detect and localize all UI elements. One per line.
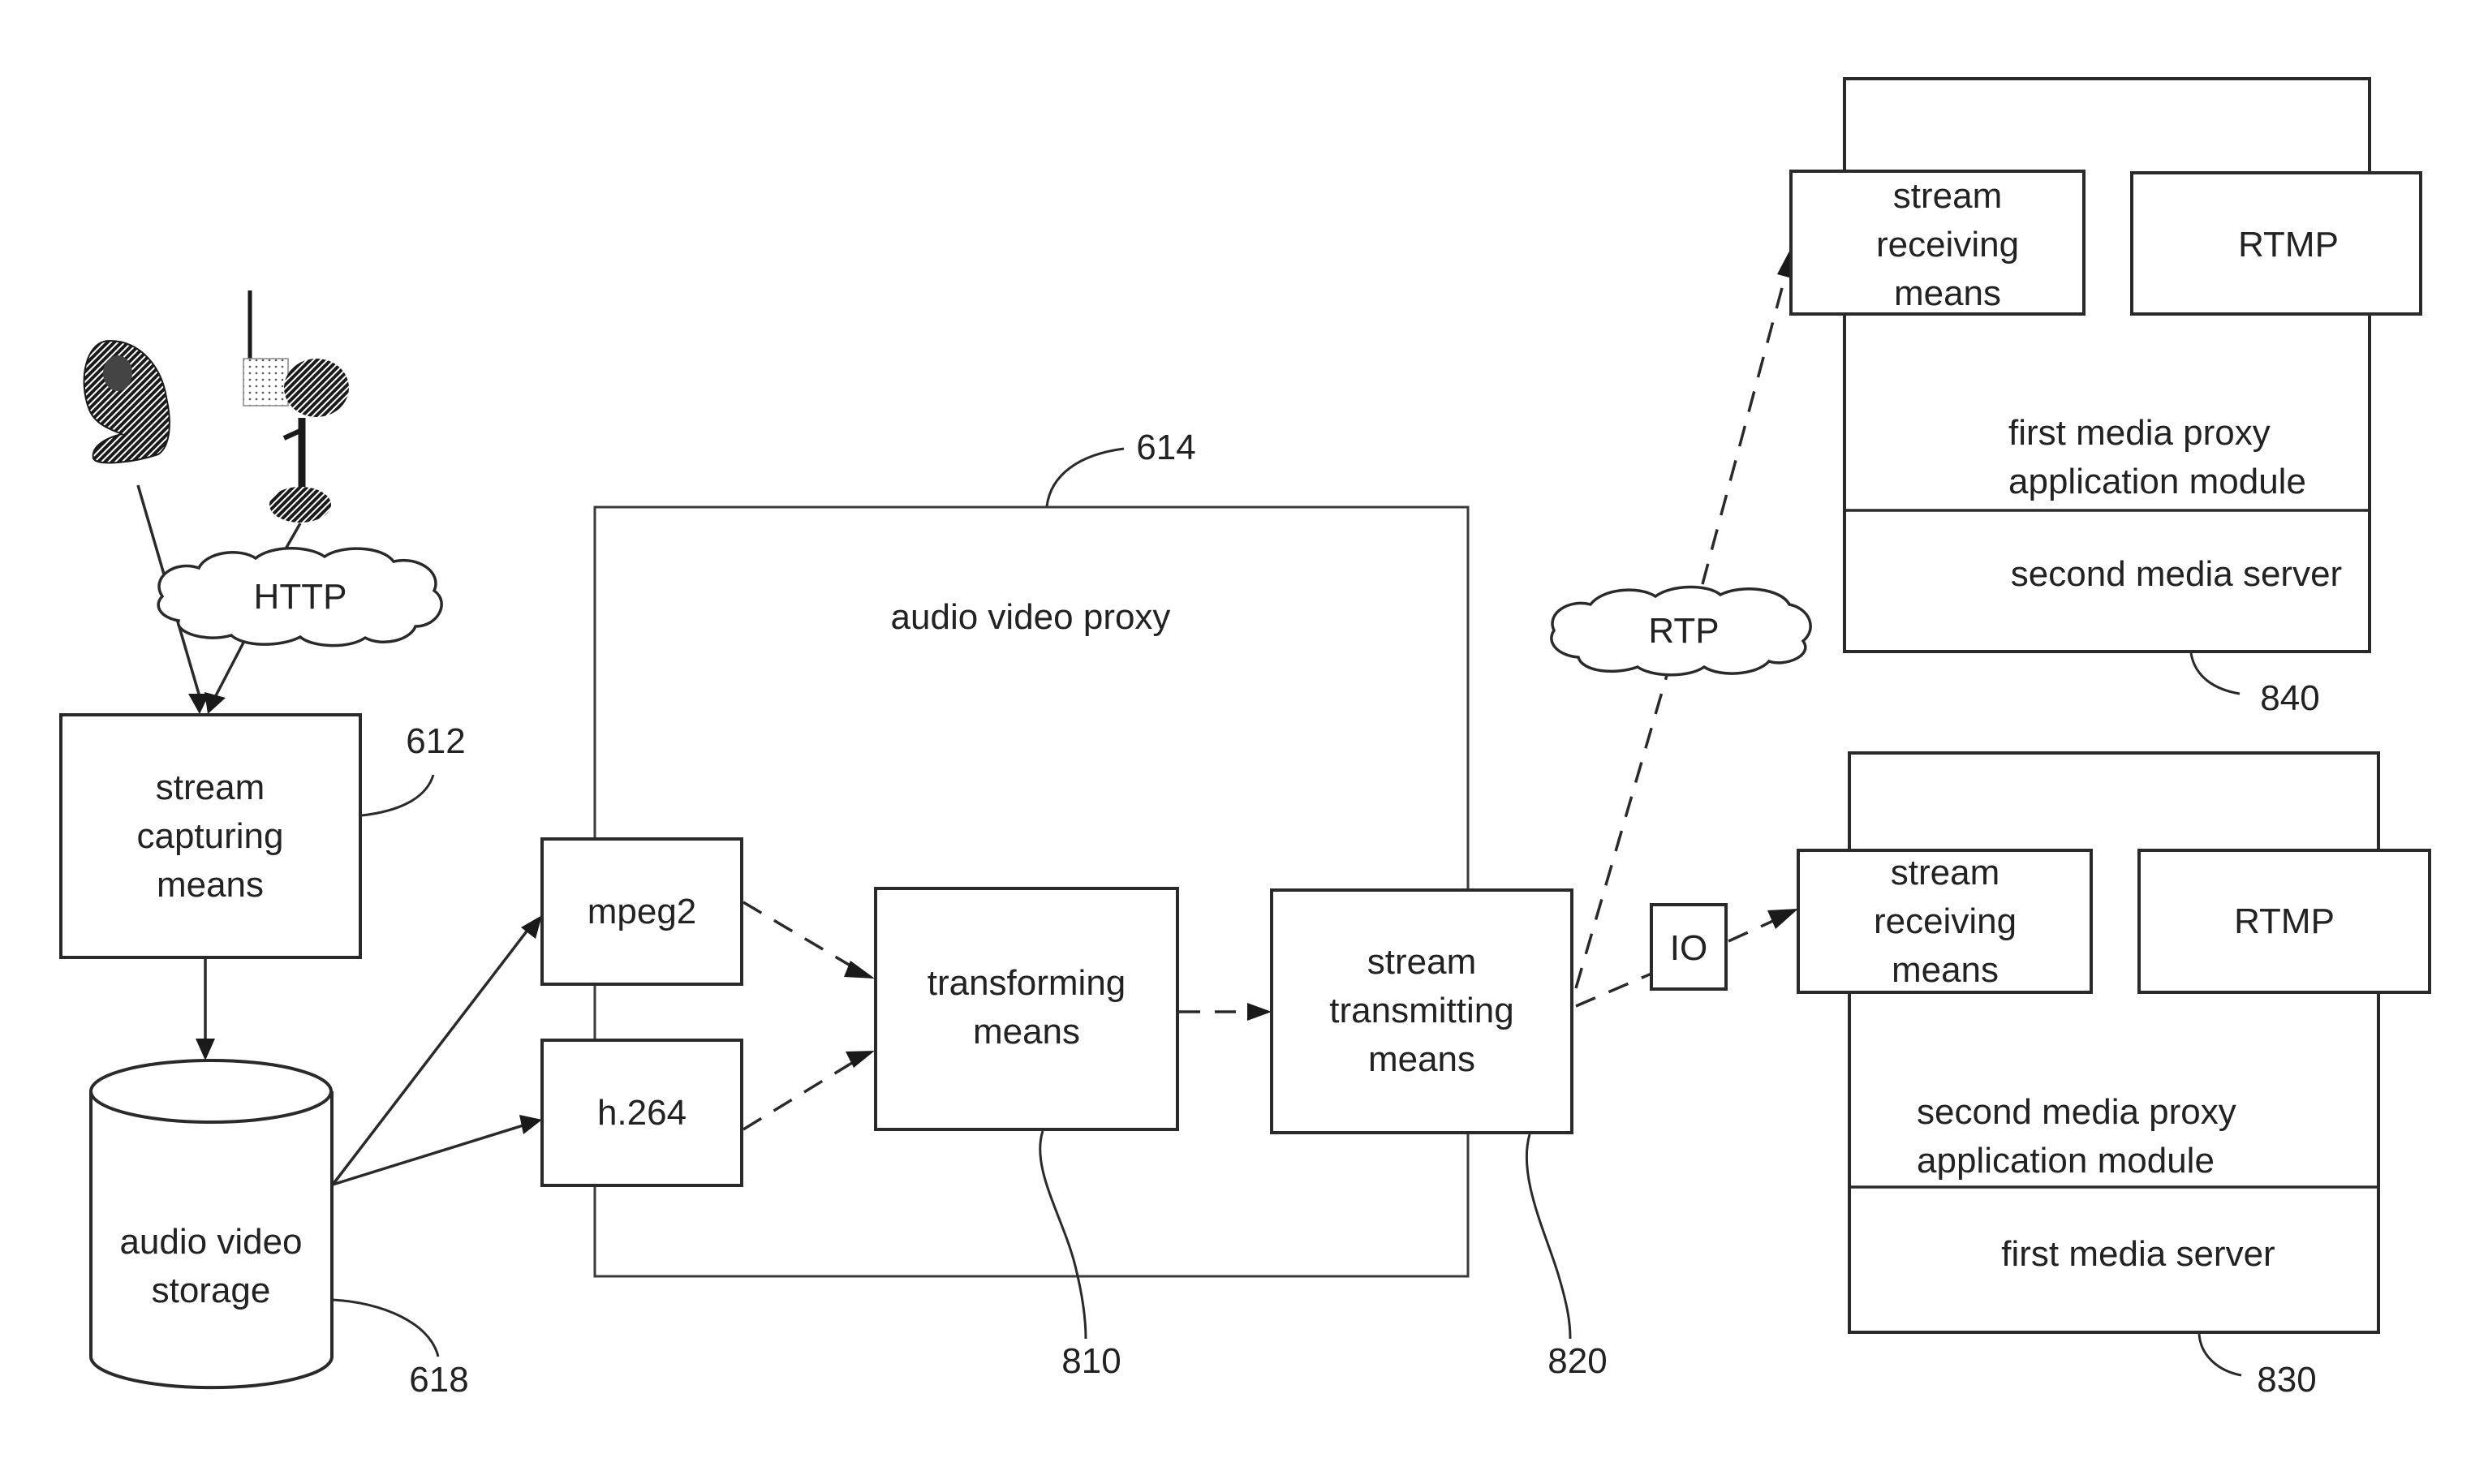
h264-label: h.264	[597, 1093, 687, 1133]
rtmp-840-label: RTMP	[2238, 225, 2339, 265]
ref-618: 618	[409, 1360, 468, 1400]
server-830-stream-receiving-box: stream receiving means	[1797, 849, 2093, 994]
server-830-module-line-2: application module	[1917, 1141, 2215, 1181]
proxy-title: audio video proxy	[891, 597, 1171, 637]
leader-618	[332, 1298, 440, 1357]
io-label: IO	[1670, 928, 1707, 968]
capture-line-1: stream	[156, 768, 265, 807]
storage-line-2: storage	[152, 1271, 271, 1310]
transmitting-line-2: transmitting	[1329, 991, 1513, 1030]
ref-612: 612	[406, 721, 465, 761]
streaming-architecture-diagram: HTTP stream capturing means 612 audio vi…	[59, 77, 2431, 1400]
io-box: IO	[1650, 903, 1728, 991]
receiving-840-line-2: receiving	[1876, 225, 2019, 265]
webcam-icon	[83, 339, 170, 464]
transmitting-line-3: means	[1368, 1039, 1475, 1079]
server-830-server-label: first media server	[2001, 1234, 2275, 1274]
arrowhead-icon	[204, 692, 226, 714]
receiving-830-line-1: stream	[1891, 853, 1999, 893]
ref-820: 820	[1547, 1341, 1607, 1381]
leader-820	[1525, 1133, 1572, 1340]
storage-to-mpeg2-connector	[331, 923, 533, 1186]
http-label: HTTP	[254, 577, 347, 617]
server-840-module-line-1: first media proxy	[2008, 413, 2271, 453]
media-server-840: first media proxy application module sec…	[1789, 77, 2422, 653]
transmitting-line-1: stream	[1367, 942, 1476, 982]
audio-video-storage-cylinder: audio video storage	[89, 1059, 334, 1390]
ref-614: 614	[1136, 428, 1195, 467]
server-840-stream-receiving-box: stream receiving means	[1789, 170, 2086, 316]
rtp-to-receiving-840-connector	[1701, 275, 1787, 585]
transforming-means-box: transforming means	[874, 887, 1179, 1131]
ref-840: 840	[2260, 678, 2319, 718]
media-server-830: second media proxy application module fi…	[1797, 751, 2431, 1334]
receiving-830-line-3: means	[1892, 950, 1999, 990]
storage-line-1: audio video	[119, 1222, 302, 1262]
ref-810: 810	[1061, 1341, 1121, 1381]
h264-codec-box: h.264	[540, 1039, 743, 1187]
storage-to-h264-connector	[332, 1123, 527, 1186]
leader-612	[361, 774, 435, 817]
http-to-capture-connector	[211, 642, 245, 703]
server-840-rtmp-box: RTMP	[2130, 171, 2422, 316]
server-830-module-line-1: second media proxy	[1917, 1092, 2236, 1132]
leader-830	[2197, 1333, 2242, 1377]
receiving-840-line-3: means	[1894, 273, 2001, 313]
io-to-receiving-830-connector	[1728, 919, 1774, 943]
transforming-line-1: transforming	[928, 963, 1126, 1003]
leader-840	[2189, 652, 2240, 695]
stream-transmitting-means-box: stream transmitting means	[1270, 888, 1573, 1134]
rtmp-830-label: RTMP	[2234, 901, 2335, 941]
mpeg2-codec-box: mpeg2	[540, 837, 743, 986]
ref-830: 830	[2257, 1360, 2316, 1400]
rtp-cloud: RTP	[1550, 585, 1812, 677]
capture-line-2: capturing	[136, 816, 283, 856]
capture-line-3: means	[157, 865, 264, 905]
server-840-module-line-2: application module	[2008, 462, 2306, 501]
transmitting-to-io-connector	[1575, 972, 1652, 1008]
stream-capturing-means-box: stream capturing means	[59, 713, 362, 959]
arrowhead-icon	[519, 1115, 542, 1134]
http-cloud: HTTP	[157, 547, 443, 647]
leader-614	[1045, 447, 1125, 507]
mpeg2-label: mpeg2	[588, 892, 697, 931]
rtp-label: RTP	[1648, 611, 1719, 651]
server-840-server-label: second media server	[2011, 554, 2342, 594]
arrowhead-icon	[196, 1039, 215, 1060]
ip-camera-icon	[243, 290, 349, 523]
receiving-830-line-2: receiving	[1874, 901, 2017, 941]
receiving-840-line-1: stream	[1893, 176, 2002, 216]
transforming-line-2: means	[973, 1012, 1080, 1052]
arrowhead-icon	[1767, 909, 1798, 929]
server-830-rtmp-box: RTMP	[2137, 849, 2431, 994]
